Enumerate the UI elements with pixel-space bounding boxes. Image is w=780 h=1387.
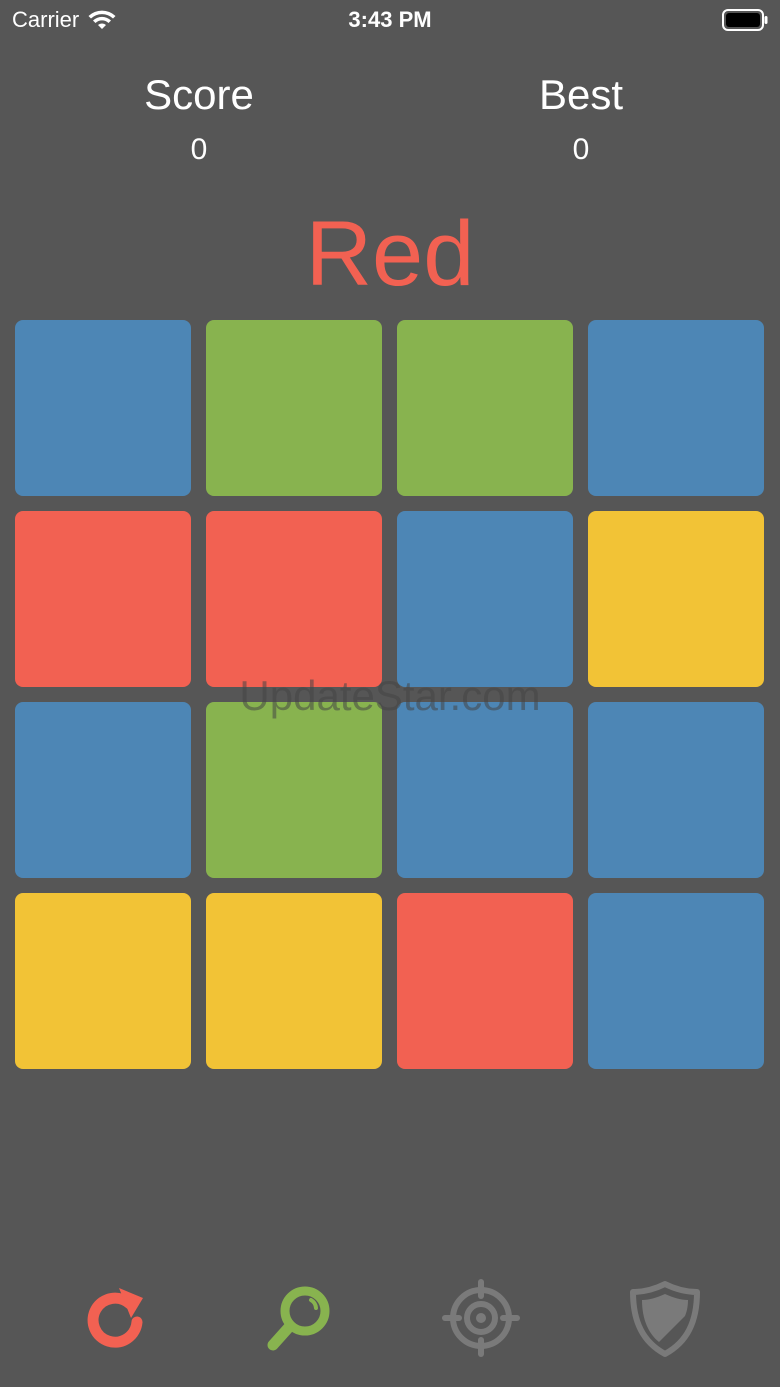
tile-blue[interactable] xyxy=(397,511,573,687)
target-icon xyxy=(441,1278,520,1357)
shield-button[interactable] xyxy=(617,1270,712,1365)
tile-yellow[interactable] xyxy=(206,893,382,1069)
battery-icon xyxy=(722,9,768,31)
tile-blue[interactable] xyxy=(588,320,764,496)
score-label: Score xyxy=(144,71,254,118)
tile-green[interactable] xyxy=(397,320,573,496)
best-label: Best xyxy=(538,71,624,118)
tile-red[interactable] xyxy=(397,893,573,1069)
score-panel: Score 0 xyxy=(4,70,394,168)
tile-green[interactable] xyxy=(206,320,382,496)
restart-button[interactable] xyxy=(67,1270,162,1365)
score-value: 0 xyxy=(190,133,208,166)
tile-blue[interactable] xyxy=(15,320,191,496)
best-panel: Best 0 xyxy=(386,70,776,168)
tile-yellow[interactable] xyxy=(588,511,764,687)
status-bar: Carrier 3:43 PM xyxy=(0,0,780,40)
tile-red[interactable] xyxy=(15,511,191,687)
shield-icon xyxy=(629,1280,700,1357)
best-value: 0 xyxy=(572,133,590,166)
tile-grid xyxy=(15,320,765,1070)
tile-blue[interactable] xyxy=(15,702,191,878)
hint-button[interactable] xyxy=(250,1270,345,1365)
refresh-icon xyxy=(87,1287,143,1348)
tile-blue[interactable] xyxy=(397,702,573,878)
tile-yellow[interactable] xyxy=(15,893,191,1069)
tile-red[interactable] xyxy=(206,511,382,687)
toolbar xyxy=(0,1270,780,1365)
target-color-word: Red xyxy=(305,203,475,305)
clock: 3:43 PM xyxy=(348,7,432,32)
tile-green[interactable] xyxy=(206,702,382,878)
tile-blue[interactable] xyxy=(588,893,764,1069)
target-button[interactable] xyxy=(433,1270,528,1365)
magnifier-icon xyxy=(267,1286,329,1350)
tile-blue[interactable] xyxy=(588,702,764,878)
